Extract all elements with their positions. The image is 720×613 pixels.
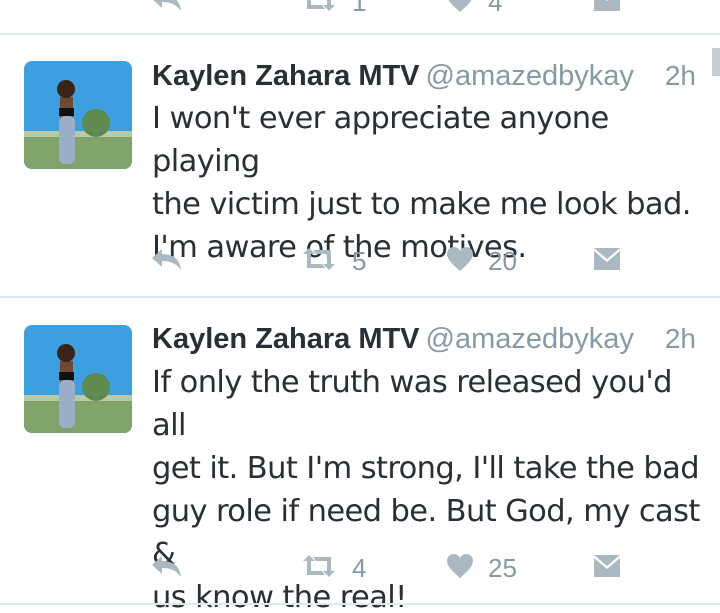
message-button[interactable] [593, 0, 621, 22]
profile-avatar[interactable] [24, 325, 132, 433]
like-count: 20 [488, 246, 517, 276]
divider [0, 33, 720, 35]
divider [0, 296, 720, 298]
retweet-icon [300, 0, 338, 18]
display-name[interactable]: Kaylen Zahara MTV [152, 60, 420, 92]
retweet-button[interactable]: 5 [300, 241, 366, 281]
heart-icon [446, 0, 474, 18]
tweet-header: Kaylen Zahara MTV @amazedbykay [152, 56, 712, 96]
like-count: 4 [488, 0, 503, 17]
reply-button[interactable] [150, 548, 184, 588]
reply-icon [150, 245, 184, 278]
tweet-actions: 5 20 [0, 241, 720, 281]
profile-avatar[interactable] [24, 61, 132, 169]
like-count: 25 [488, 553, 517, 583]
tweet-header: Kaylen Zahara MTV @amazedbykay [152, 319, 712, 359]
like-button[interactable]: 4 [446, 0, 502, 22]
reply-button[interactable] [150, 241, 184, 281]
reply-button[interactable] [150, 0, 184, 22]
reply-icon [150, 0, 184, 19]
retweet-button[interactable]: 1 [300, 0, 366, 22]
retweet-count: 1 [352, 0, 367, 17]
tweet-actions: 4 25 [0, 548, 720, 588]
timestamp[interactable]: 2h [665, 319, 696, 359]
heart-icon [446, 553, 474, 584]
retweet-count: 5 [352, 246, 367, 276]
like-button[interactable]: 20 [446, 241, 517, 281]
message-button[interactable] [593, 548, 621, 588]
message-icon [593, 247, 621, 276]
like-button[interactable]: 25 [446, 548, 517, 588]
timeline: 1 4 Kaylen Zahara MTV @amazedbykay 2h I … [0, 0, 720, 613]
message-icon [593, 554, 621, 583]
username[interactable]: @amazedbykay [426, 60, 634, 92]
tweet-line: get it. But I'm strong, I'll take the ba… [152, 451, 700, 486]
divider [0, 603, 720, 605]
retweet-icon [300, 553, 338, 584]
heart-icon [446, 246, 474, 277]
tweet-line: If only the truth was released you'd all [152, 365, 672, 443]
scrollbar[interactable] [712, 48, 720, 76]
retweet-count: 4 [352, 553, 367, 583]
retweet-icon [300, 246, 338, 277]
username[interactable]: @amazedbykay [426, 323, 634, 355]
reply-icon [150, 552, 184, 585]
retweet-button[interactable]: 4 [300, 548, 366, 588]
tweet-line: the victim just to make me look bad. [152, 187, 691, 222]
display-name[interactable]: Kaylen Zahara MTV [152, 323, 420, 355]
message-button[interactable] [593, 241, 621, 281]
previous-tweet-actions: 1 4 [0, 0, 720, 17]
timestamp[interactable]: 2h [665, 56, 696, 96]
tweet-line: I won't ever appreciate anyone playing [152, 101, 609, 179]
message-icon [593, 0, 621, 17]
